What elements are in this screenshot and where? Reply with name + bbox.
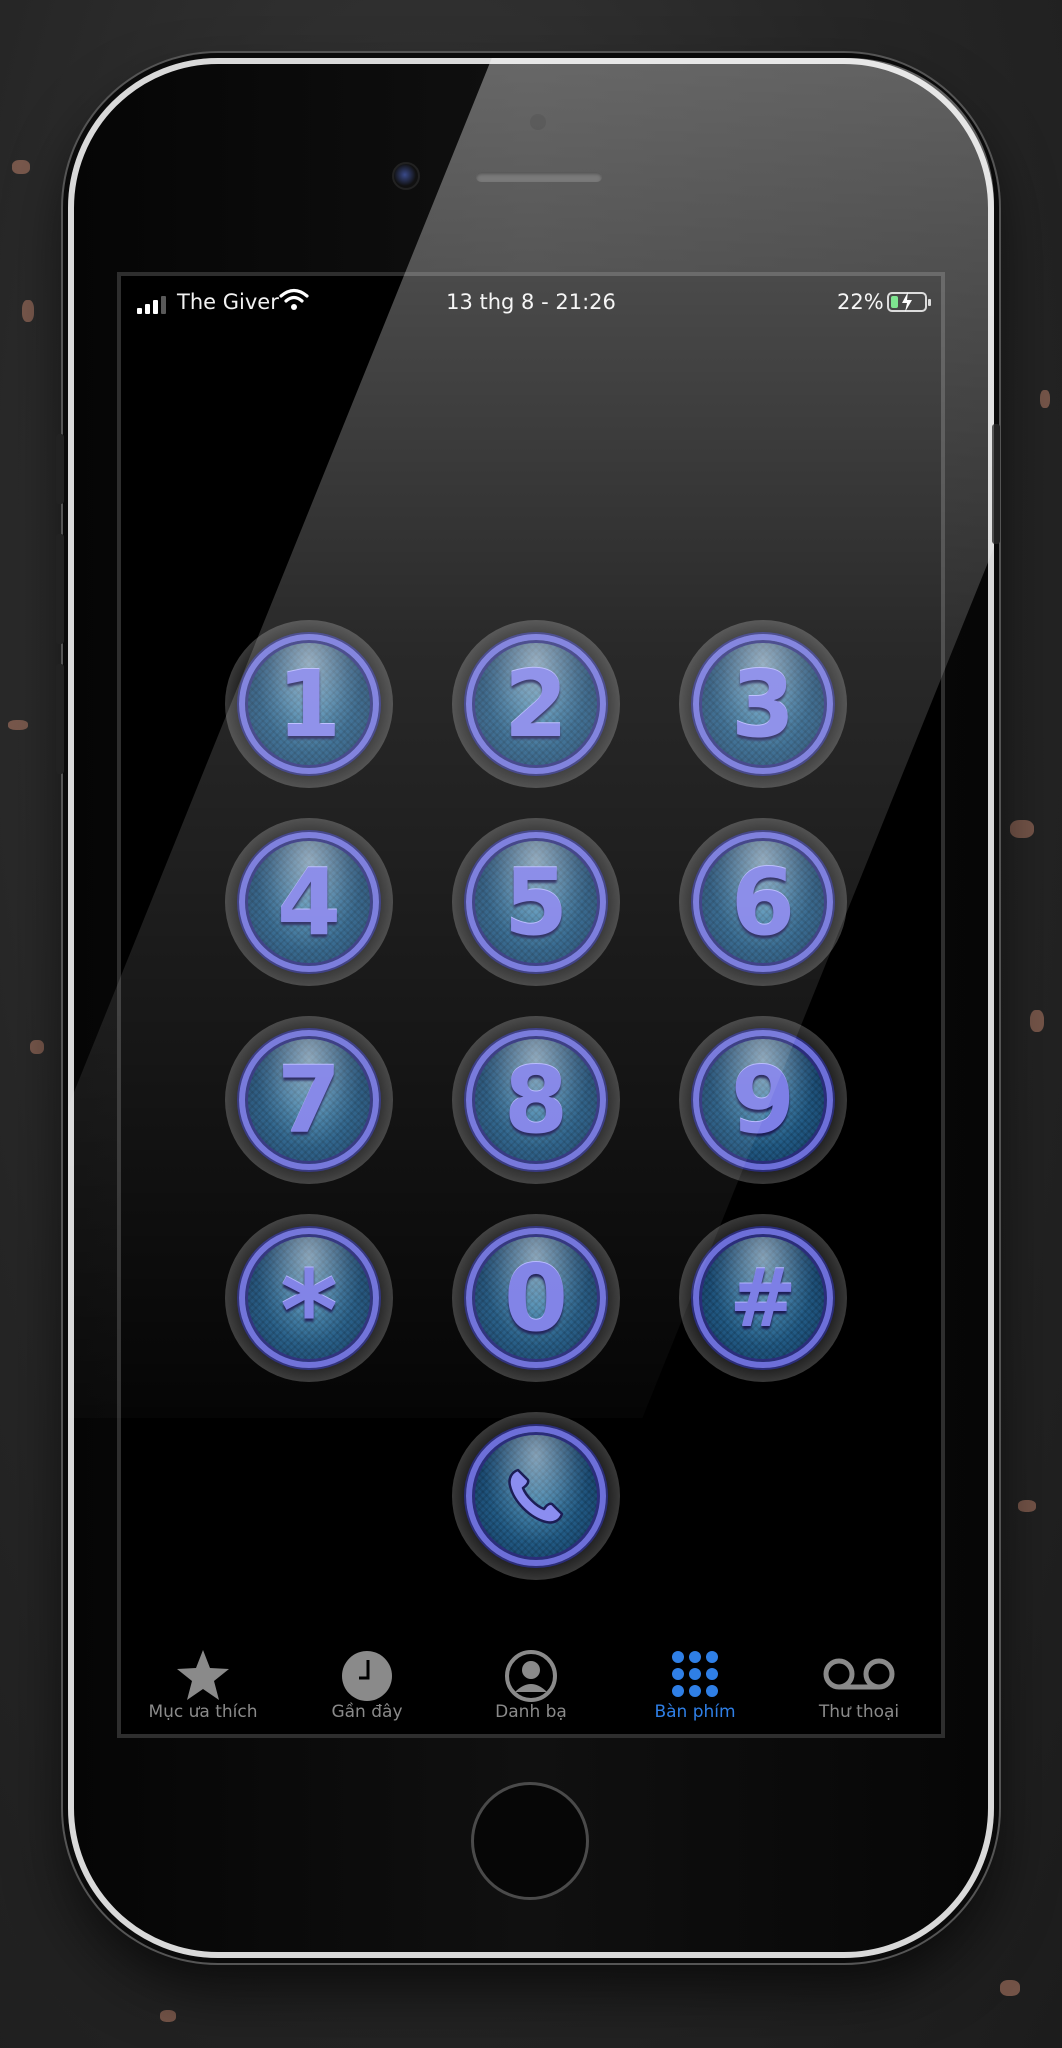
- key-5[interactable]: 5: [452, 818, 620, 986]
- tab-recents[interactable]: Gần đây: [285, 1636, 449, 1734]
- background-speck: [22, 300, 34, 322]
- key-8[interactable]: 8: [452, 1016, 620, 1184]
- call-button[interactable]: [452, 1412, 620, 1580]
- key-label: 5: [503, 848, 568, 956]
- status-datetime: 13 thg 8 - 21:26: [446, 290, 616, 314]
- battery-level-fill: [891, 296, 898, 308]
- key-2[interactable]: 2: [452, 620, 620, 788]
- status-bar: The Giver 13 thg 8 - 21:26 22%: [121, 276, 941, 326]
- volume-down-button: [56, 664, 64, 774]
- phone-handset-icon: [472, 1432, 600, 1560]
- voicemail-icon: [823, 1658, 895, 1690]
- tab-keypad[interactable]: Bàn phím: [613, 1636, 777, 1734]
- keypad-grid-icon: [672, 1651, 718, 1697]
- key-label: 6: [730, 848, 795, 956]
- key-label: 3: [730, 650, 795, 758]
- key-1[interactable]: 1: [225, 620, 393, 788]
- home-button[interactable]: [471, 1782, 589, 1900]
- proximity-sensor: [530, 114, 546, 130]
- tab-favorites[interactable]: Mục ưa thích: [121, 1636, 285, 1734]
- key-label: 0: [503, 1244, 568, 1352]
- key-label: 7: [276, 1046, 341, 1154]
- background-speck: [8, 720, 28, 730]
- tab-label: Gần đây: [331, 1702, 403, 1722]
- volume-up-button: [56, 534, 64, 644]
- background-speck: [1010, 820, 1034, 838]
- battery-icon: [887, 292, 931, 312]
- background-speck: [12, 160, 30, 174]
- background-speck: [1000, 1980, 1020, 1996]
- battery-percent: 22%: [837, 290, 884, 314]
- tab-contacts[interactable]: Danh bạ: [449, 1636, 613, 1734]
- key-label: 2: [503, 650, 568, 758]
- tab-label: Thư thoại: [818, 1702, 900, 1722]
- background-speck: [1030, 1010, 1044, 1032]
- key-4[interactable]: 4: [225, 818, 393, 986]
- background-speck: [1040, 390, 1050, 408]
- tab-label: Mục ưa thích: [148, 1702, 258, 1722]
- key-0[interactable]: 0: [452, 1214, 620, 1382]
- charging-bolt-icon: [902, 292, 912, 312]
- tab-label: Danh bạ: [495, 1702, 567, 1722]
- key-6[interactable]: 6: [679, 818, 847, 986]
- front-camera: [392, 162, 420, 190]
- key-9[interactable]: 9: [679, 1016, 847, 1184]
- background-speck: [160, 2010, 176, 2022]
- key-3[interactable]: 3: [679, 620, 847, 788]
- phone-screen: The Giver 13 thg 8 - 21:26 22% 1 2 3 4 5…: [117, 272, 945, 1738]
- background-speck: [1018, 1500, 1036, 1512]
- contact-icon: [505, 1650, 557, 1702]
- key-hash[interactable]: #: [679, 1214, 847, 1382]
- tab-voicemail[interactable]: Thư thoại: [777, 1636, 941, 1734]
- star-icon: [177, 1650, 229, 1700]
- background-speck: [30, 1040, 44, 1054]
- clock-icon: [342, 1651, 392, 1701]
- key-label: 4: [276, 848, 341, 956]
- key-star[interactable]: *: [225, 1214, 393, 1382]
- key-label: *: [280, 1247, 338, 1375]
- key-label: #: [729, 1251, 797, 1345]
- key-label: 8: [503, 1046, 568, 1154]
- power-button: [992, 424, 1000, 544]
- key-label: 1: [276, 650, 341, 758]
- key-7[interactable]: 7: [225, 1016, 393, 1184]
- mute-switch: [56, 434, 64, 504]
- tab-label: Bàn phím: [654, 1702, 736, 1722]
- earpiece-speaker: [476, 172, 602, 182]
- tab-bar: Mục ưa thích Gần đây Danh bạ Bàn phím Th…: [121, 1636, 941, 1734]
- key-label: 9: [730, 1046, 795, 1154]
